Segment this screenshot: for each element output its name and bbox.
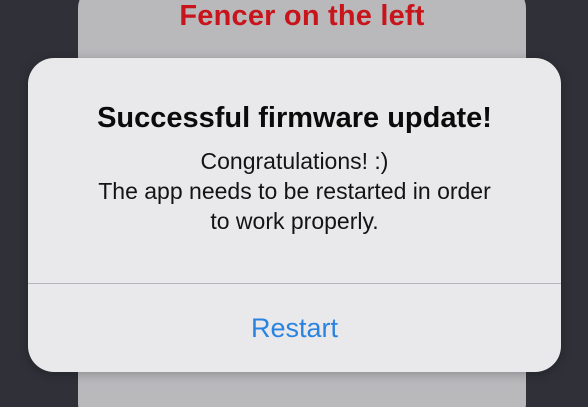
restart-button[interactable]: Restart	[28, 284, 561, 372]
alert-message-line-1: Congratulations! :)	[200, 148, 389, 174]
alert-message: Congratulations! :) The app needs to be …	[28, 146, 561, 236]
alert-dialog: Successful firmware update! Congratulati…	[28, 58, 561, 372]
alert-title: Successful firmware update!	[97, 102, 492, 134]
background-title: Fencer on the left	[179, 0, 425, 32]
alert-message-line-3: to work properly.	[210, 208, 379, 234]
alert-message-line-2: The app needs to be restarted in order	[98, 178, 491, 204]
screen: Fencer on the left Successful firmware u…	[0, 0, 588, 407]
